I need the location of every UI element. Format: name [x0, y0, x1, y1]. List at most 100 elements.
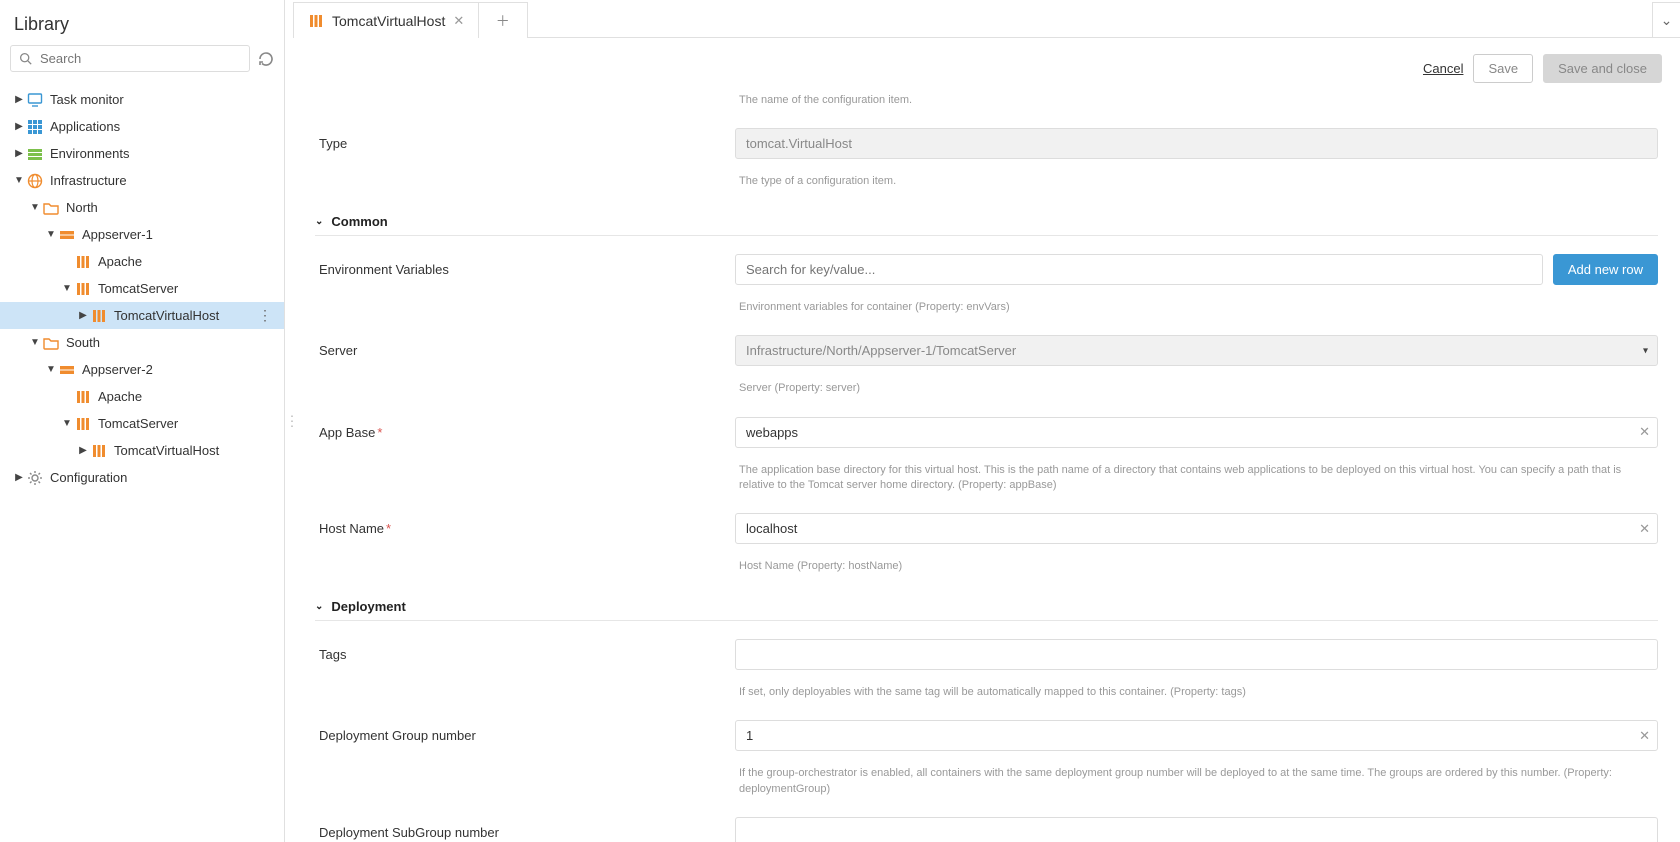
bars-icon — [90, 307, 108, 325]
folder-icon — [42, 334, 60, 352]
kebab-icon[interactable]: ⋮ — [254, 307, 276, 324]
splitter-handle[interactable] — [285, 0, 293, 842]
chevron-right-icon[interactable]: ▶ — [12, 148, 26, 159]
server-icon — [58, 361, 76, 379]
tree-item-label: Configuration — [50, 470, 254, 485]
nav-tree: ▶Task monitor⋮▶Applications⋮▶Environment… — [0, 82, 284, 501]
refresh-icon[interactable] — [258, 51, 274, 67]
bars-icon — [74, 415, 92, 433]
tree-item-north[interactable]: ▼North⋮ — [0, 194, 284, 221]
appbase-help: The application base directory for this … — [739, 463, 1658, 494]
search-input[interactable] — [38, 50, 241, 67]
hostname-help: Host Name (Property: hostName) — [739, 559, 1658, 574]
chevron-right-icon[interactable]: ▶ — [76, 445, 90, 456]
server-icon — [58, 226, 76, 244]
chevron-down-icon[interactable]: ▼ — [28, 202, 42, 213]
tree-item-infra[interactable]: ▼Infrastructure⋮ — [0, 167, 284, 194]
save-button[interactable]: Save — [1473, 54, 1533, 83]
tree-item-label: TomcatVirtualHost — [114, 443, 254, 458]
hostname-field[interactable] — [735, 513, 1658, 544]
appbase-field[interactable] — [735, 417, 1658, 448]
chevron-right-icon[interactable]: ▶ — [12, 94, 26, 105]
dg-field[interactable] — [735, 720, 1658, 751]
tree-item-ts1[interactable]: ▼TomcatServer⋮ — [0, 275, 284, 302]
tree-item-label: Appserver-2 — [82, 362, 254, 377]
tree-item-label: Apache — [98, 389, 254, 404]
tree-item-ap1[interactable]: Apache⋮ — [0, 248, 284, 275]
type-field — [735, 128, 1658, 159]
dsg-field[interactable] — [735, 817, 1658, 842]
clear-icon[interactable]: ✕ — [1639, 728, 1650, 744]
appbase-label: App Base* — [315, 425, 735, 440]
tree-item-label: South — [66, 335, 254, 350]
tags-field[interactable] — [735, 639, 1658, 670]
type-label: Type — [315, 136, 735, 151]
chevron-down-icon[interactable]: ▼ — [44, 229, 58, 240]
tab-label: TomcatVirtualHost — [332, 13, 445, 29]
section-common[interactable]: ⌄ Common — [315, 200, 1658, 236]
tree-item-label: Applications — [50, 119, 254, 134]
server-label: Server — [315, 343, 735, 358]
tree-item-label: TomcatServer — [98, 281, 254, 296]
bars-icon — [74, 253, 92, 271]
bars-icon — [90, 442, 108, 460]
tabstrip-dropdown[interactable]: ⌄ — [1652, 2, 1680, 38]
chevron-down-icon[interactable]: ▼ — [12, 175, 26, 186]
tab-tomcatvirtualhost[interactable]: TomcatVirtualHost ✕ — [293, 2, 479, 38]
dsg-label: Deployment SubGroup number — [315, 825, 735, 840]
type-help: The type of a configuration item. — [739, 174, 1658, 189]
apps-icon — [26, 118, 44, 136]
tree-item-tvh1[interactable]: ▶ TomcatVirtualHost⋮ — [0, 302, 284, 329]
bars-icon — [308, 13, 324, 29]
chevron-right-icon[interactable]: ▶ — [12, 121, 26, 132]
tree-item-label: Environments — [50, 146, 254, 161]
chevron-down-icon[interactable]: ▼ — [44, 364, 58, 375]
tree-item-tvh2[interactable]: ▶TomcatVirtualHost⋮ — [0, 437, 284, 464]
cancel-button[interactable]: Cancel — [1423, 61, 1463, 76]
tree-item-south[interactable]: ▼South⋮ — [0, 329, 284, 356]
hostname-label: Host Name* — [315, 521, 735, 536]
server-help: Server (Property: server) — [739, 381, 1658, 396]
tree-item-apps[interactable]: ▶Applications⋮ — [0, 113, 284, 140]
save-close-button[interactable]: Save and close — [1543, 54, 1662, 83]
section-deployment[interactable]: ⌄ Deployment — [315, 585, 1658, 621]
chevron-down-icon[interactable]: ▼ — [60, 283, 74, 294]
tabstrip: TomcatVirtualHost ✕ ＋ ⌄ — [293, 0, 1680, 38]
chevron-down-icon: ⌄ — [315, 601, 323, 612]
chevron-right-icon[interactable]: ▶ — [76, 310, 90, 321]
chevron-down-icon[interactable]: ▼ — [28, 337, 42, 348]
tab-add[interactable]: ＋ — [478, 2, 528, 38]
close-icon[interactable]: ✕ — [453, 13, 464, 29]
sidebar-search[interactable] — [10, 45, 250, 72]
tree-item-conf[interactable]: ▶Configuration⋮ — [0, 464, 284, 491]
chevron-down-icon: ⌄ — [1661, 12, 1673, 29]
dg-help: If the group-orchestrator is enabled, al… — [739, 766, 1658, 797]
tree-item-label: Apache — [98, 254, 254, 269]
gear-icon — [26, 469, 44, 487]
form-body: The name of the configuration item. Type… — [293, 83, 1680, 842]
folder-icon — [42, 199, 60, 217]
tree-item-label: Task monitor — [50, 92, 254, 107]
tree-item-ap2[interactable]: Apache⋮ — [0, 383, 284, 410]
tree-item-label: TomcatServer — [98, 416, 254, 431]
search-icon — [19, 52, 32, 65]
clear-icon[interactable]: ✕ — [1639, 521, 1650, 537]
tree-item-ts2[interactable]: ▼TomcatServer⋮ — [0, 410, 284, 437]
tree-item-label: TomcatVirtualHost — [114, 308, 254, 323]
add-row-button[interactable]: Add new row — [1553, 254, 1658, 285]
tree-item-envs[interactable]: ▶Environments⋮ — [0, 140, 284, 167]
main-panel: TomcatVirtualHost ✕ ＋ ⌄ Cancel Save Save… — [293, 0, 1680, 842]
tree-item-as2[interactable]: ▼Appserver-2⋮ — [0, 356, 284, 383]
chevron-down-icon[interactable]: ▼ — [60, 418, 74, 429]
tags-label: Tags — [315, 647, 735, 662]
tree-item-label: Appserver-1 — [82, 227, 254, 242]
tree-item-task[interactable]: ▶Task monitor⋮ — [0, 86, 284, 113]
tree-item-as1[interactable]: ▼Appserver-1⋮ — [0, 221, 284, 248]
action-bar: Cancel Save Save and close — [293, 38, 1680, 83]
clear-icon[interactable]: ✕ — [1639, 424, 1650, 440]
env-search-input[interactable] — [735, 254, 1543, 285]
bars-icon — [74, 388, 92, 406]
server-field[interactable] — [735, 335, 1658, 366]
chevron-right-icon[interactable]: ▶ — [12, 472, 26, 483]
env-help: Environment variables for container (Pro… — [739, 300, 1658, 315]
